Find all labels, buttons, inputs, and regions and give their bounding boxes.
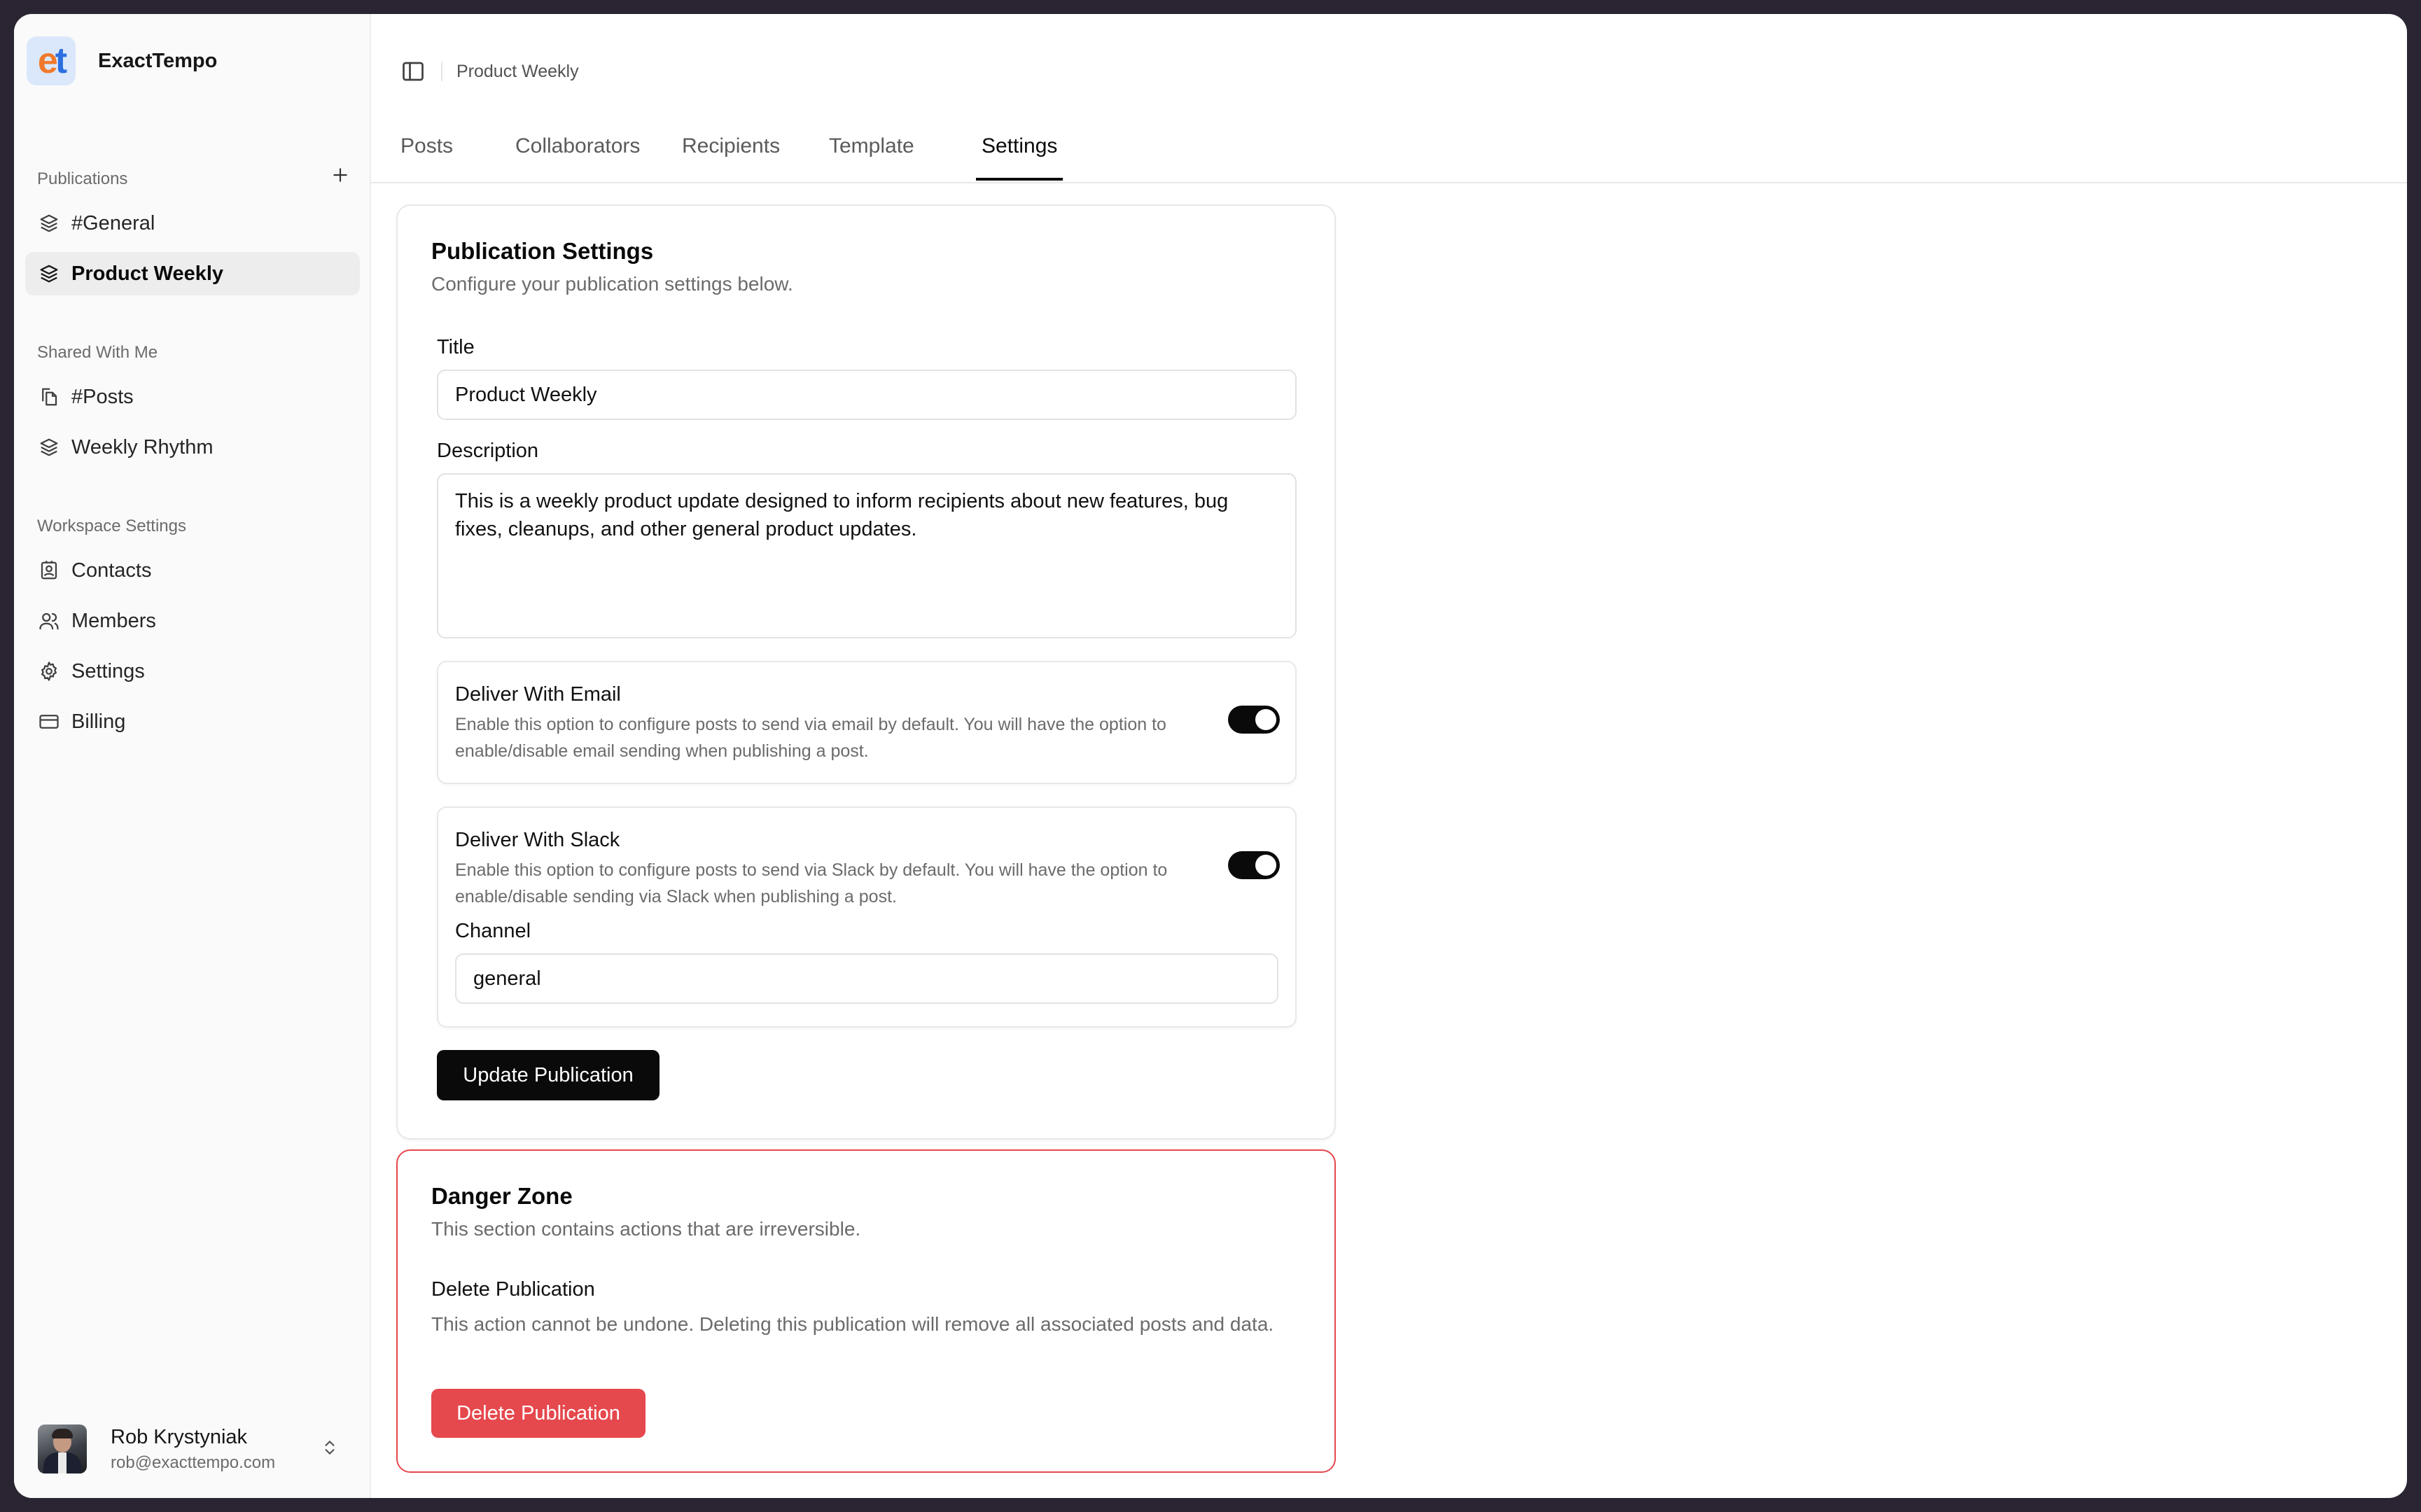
danger-zone-card: Danger Zone This section contains action… bbox=[396, 1149, 1336, 1473]
description-label: Description bbox=[437, 440, 539, 462]
deliver-slack-option: Deliver With Slack Enable this option to… bbox=[437, 806, 1297, 1028]
sidebar-item-general[interactable]: #General bbox=[25, 202, 360, 245]
user-menu[interactable]: Rob Krystyniak rob@exacttempo.com bbox=[25, 1410, 360, 1488]
gear-icon bbox=[38, 660, 60, 682]
app-name: ExactTempo bbox=[98, 49, 218, 72]
divider bbox=[441, 62, 442, 81]
layers-icon bbox=[38, 212, 60, 234]
contact-icon bbox=[38, 559, 60, 582]
sidebar-item-label: Contacts bbox=[71, 559, 152, 582]
delete-publication-button[interactable]: Delete Publication bbox=[431, 1389, 646, 1438]
toggle-sidebar-button[interactable] bbox=[400, 59, 426, 84]
title-label: Title bbox=[437, 336, 475, 358]
sidebar-item-label: Settings bbox=[71, 659, 145, 682]
layers-icon bbox=[38, 436, 60, 458]
section-label-publications: Publications bbox=[37, 169, 128, 188]
user-email: rob@exacttempo.com bbox=[111, 1452, 276, 1472]
sidebar: et ExactTempo Publications #General Prod… bbox=[14, 14, 371, 1498]
section-label-workspace: Workspace Settings bbox=[37, 517, 186, 536]
plus-icon bbox=[333, 168, 347, 182]
avatar bbox=[38, 1424, 87, 1474]
sidebar-item-label: Billing bbox=[71, 710, 126, 733]
email-option-description: Enable this option to configure posts to… bbox=[455, 715, 1166, 761]
credit-card-icon bbox=[38, 710, 60, 733]
users-icon bbox=[38, 610, 60, 632]
breadcrumb[interactable]: Product Weekly bbox=[456, 62, 579, 82]
sidebar-item-product-weekly[interactable]: Product Weekly bbox=[25, 252, 360, 295]
section-label-shared: Shared With Me bbox=[37, 343, 158, 362]
update-publication-button[interactable]: Update Publication bbox=[437, 1050, 660, 1100]
danger-zone-title: Danger Zone bbox=[431, 1183, 573, 1209]
user-name: Rob Krystyniak bbox=[111, 1425, 248, 1448]
description-textarea[interactable]: This is a weekly product update designed… bbox=[437, 473, 1297, 638]
sidebar-panel-icon bbox=[403, 62, 424, 81]
channel-input[interactable] bbox=[455, 953, 1278, 1004]
tab-template[interactable]: Template bbox=[829, 134, 914, 181]
sidebar-item-weekly-rhythm[interactable]: Weekly Rhythm bbox=[25, 426, 360, 469]
main-content: Product Weekly Posts Collaborators Recip… bbox=[371, 14, 2407, 1498]
sidebar-item-label: #General bbox=[71, 211, 155, 234]
danger-zone-subtitle: This section contains actions that are i… bbox=[431, 1218, 861, 1240]
sidebar-item-settings[interactable]: Settings bbox=[25, 650, 360, 693]
tab-settings[interactable]: Settings bbox=[976, 134, 1063, 181]
slack-toggle[interactable] bbox=[1228, 851, 1280, 879]
card-subtitle: Configure your publication settings belo… bbox=[431, 273, 793, 295]
sidebar-item-billing[interactable]: Billing bbox=[25, 700, 360, 743]
files-icon bbox=[38, 386, 60, 408]
delete-publication-title: Delete Publication bbox=[431, 1278, 595, 1301]
tab-collaborators[interactable]: Collaborators bbox=[515, 134, 640, 181]
tab-posts[interactable]: Posts bbox=[400, 134, 453, 181]
sidebar-item-members[interactable]: Members bbox=[25, 599, 360, 643]
email-toggle[interactable] bbox=[1228, 706, 1280, 734]
app-window: et ExactTempo Publications #General Prod… bbox=[14, 14, 2407, 1498]
publication-settings-card: Publication Settings Configure your publ… bbox=[396, 204, 1336, 1140]
tab-bar: Posts Collaborators Recipients Template … bbox=[371, 119, 2407, 183]
brand[interactable]: et ExactTempo bbox=[27, 36, 217, 85]
tab-recipients[interactable]: Recipients bbox=[682, 134, 780, 181]
chevron-up-down-icon bbox=[321, 1437, 339, 1462]
sidebar-item-contacts[interactable]: Contacts bbox=[25, 549, 360, 592]
add-publication-button[interactable] bbox=[328, 162, 353, 188]
sidebar-item-label: Weekly Rhythm bbox=[71, 435, 214, 458]
email-option-title: Deliver With Email bbox=[455, 683, 621, 706]
sidebar-item-posts[interactable]: #Posts bbox=[25, 375, 360, 419]
slack-option-title: Deliver With Slack bbox=[455, 829, 620, 851]
app-logo: et bbox=[27, 36, 76, 85]
layers-icon bbox=[38, 262, 60, 285]
channel-label: Channel bbox=[455, 920, 531, 942]
title-input[interactable] bbox=[437, 370, 1297, 420]
top-bar: Product Weekly bbox=[371, 14, 2407, 102]
sidebar-item-label: Product Weekly bbox=[71, 262, 224, 285]
deliver-email-option: Deliver With Email Enable this option to… bbox=[437, 661, 1297, 784]
card-title: Publication Settings bbox=[431, 238, 654, 264]
sidebar-item-label: Members bbox=[71, 609, 156, 632]
slack-option-description: Enable this option to configure posts to… bbox=[455, 860, 1168, 906]
delete-publication-description: This action cannot be undone. Deleting t… bbox=[431, 1313, 1274, 1335]
sidebar-item-label: #Posts bbox=[71, 385, 134, 408]
